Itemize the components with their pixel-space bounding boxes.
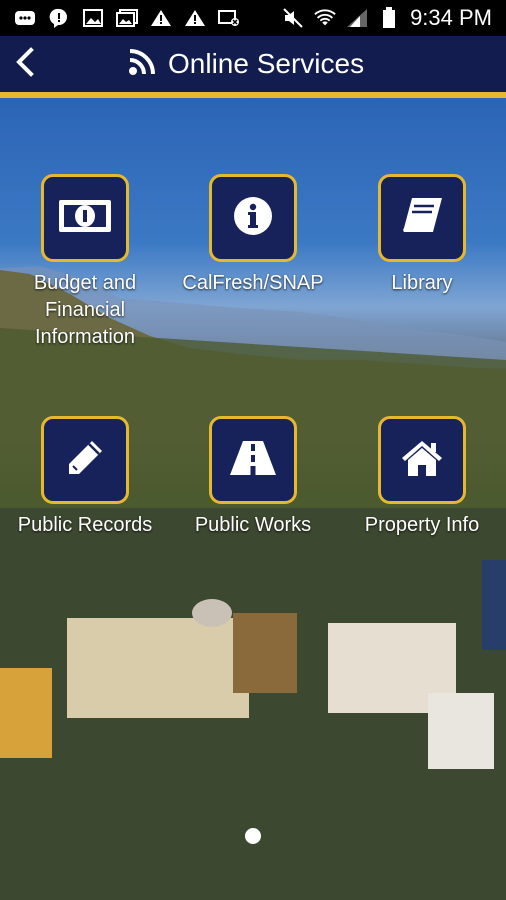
status-time: 9:34 PM [410, 5, 492, 30]
service-label: Library [391, 272, 453, 294]
messaging-icon [14, 9, 36, 27]
public-records-button[interactable] [41, 416, 129, 504]
service-tile-budget[interactable]: Budget and Financial Information [0, 174, 170, 351]
image-off-icon [218, 9, 240, 27]
home-icon [401, 439, 443, 482]
back-arrow-icon [13, 46, 35, 82]
app-bar: Online Services [0, 36, 506, 92]
service-label: Public Records [17, 514, 153, 536]
money-bill-icon [58, 198, 112, 239]
battery-icon [378, 7, 400, 28]
gallery-icon [116, 9, 138, 27]
info-icon [233, 196, 273, 241]
wifi-icon [314, 9, 336, 27]
mute-icon [282, 8, 304, 28]
page-indicator-dot [245, 828, 261, 844]
image-icon [82, 9, 104, 27]
chat-icon [48, 8, 70, 28]
service-label: CalFresh/SNAP [182, 272, 324, 294]
book-icon [400, 196, 444, 241]
rss-icon [128, 48, 156, 81]
property-info-button[interactable] [378, 416, 466, 504]
service-tile-public-records[interactable]: Public Records [0, 416, 170, 539]
back-button[interactable] [2, 36, 46, 92]
service-label: Public Works [194, 514, 312, 536]
signal-icon [346, 9, 368, 27]
service-tile-calfresh[interactable]: CalFresh/SNAP [168, 174, 338, 297]
service-label: Budget and Financial Information [33, 272, 137, 348]
public-works-button[interactable] [209, 416, 297, 504]
service-tile-property-info[interactable]: Property Info [337, 416, 506, 539]
service-label: Property Info [364, 514, 480, 536]
calfresh-button[interactable] [209, 174, 297, 262]
library-button[interactable] [378, 174, 466, 262]
status-bar: 9:34 PM [0, 0, 506, 36]
service-tile-library[interactable]: Library [337, 174, 506, 297]
warning-icon [184, 9, 206, 27]
budget-button[interactable] [41, 174, 129, 262]
pencil-icon [65, 438, 105, 483]
page-title: Online Services [168, 48, 365, 79]
warning-icon [150, 9, 172, 27]
road-icon [229, 440, 277, 481]
service-tile-public-works[interactable]: Public Works [168, 416, 338, 539]
